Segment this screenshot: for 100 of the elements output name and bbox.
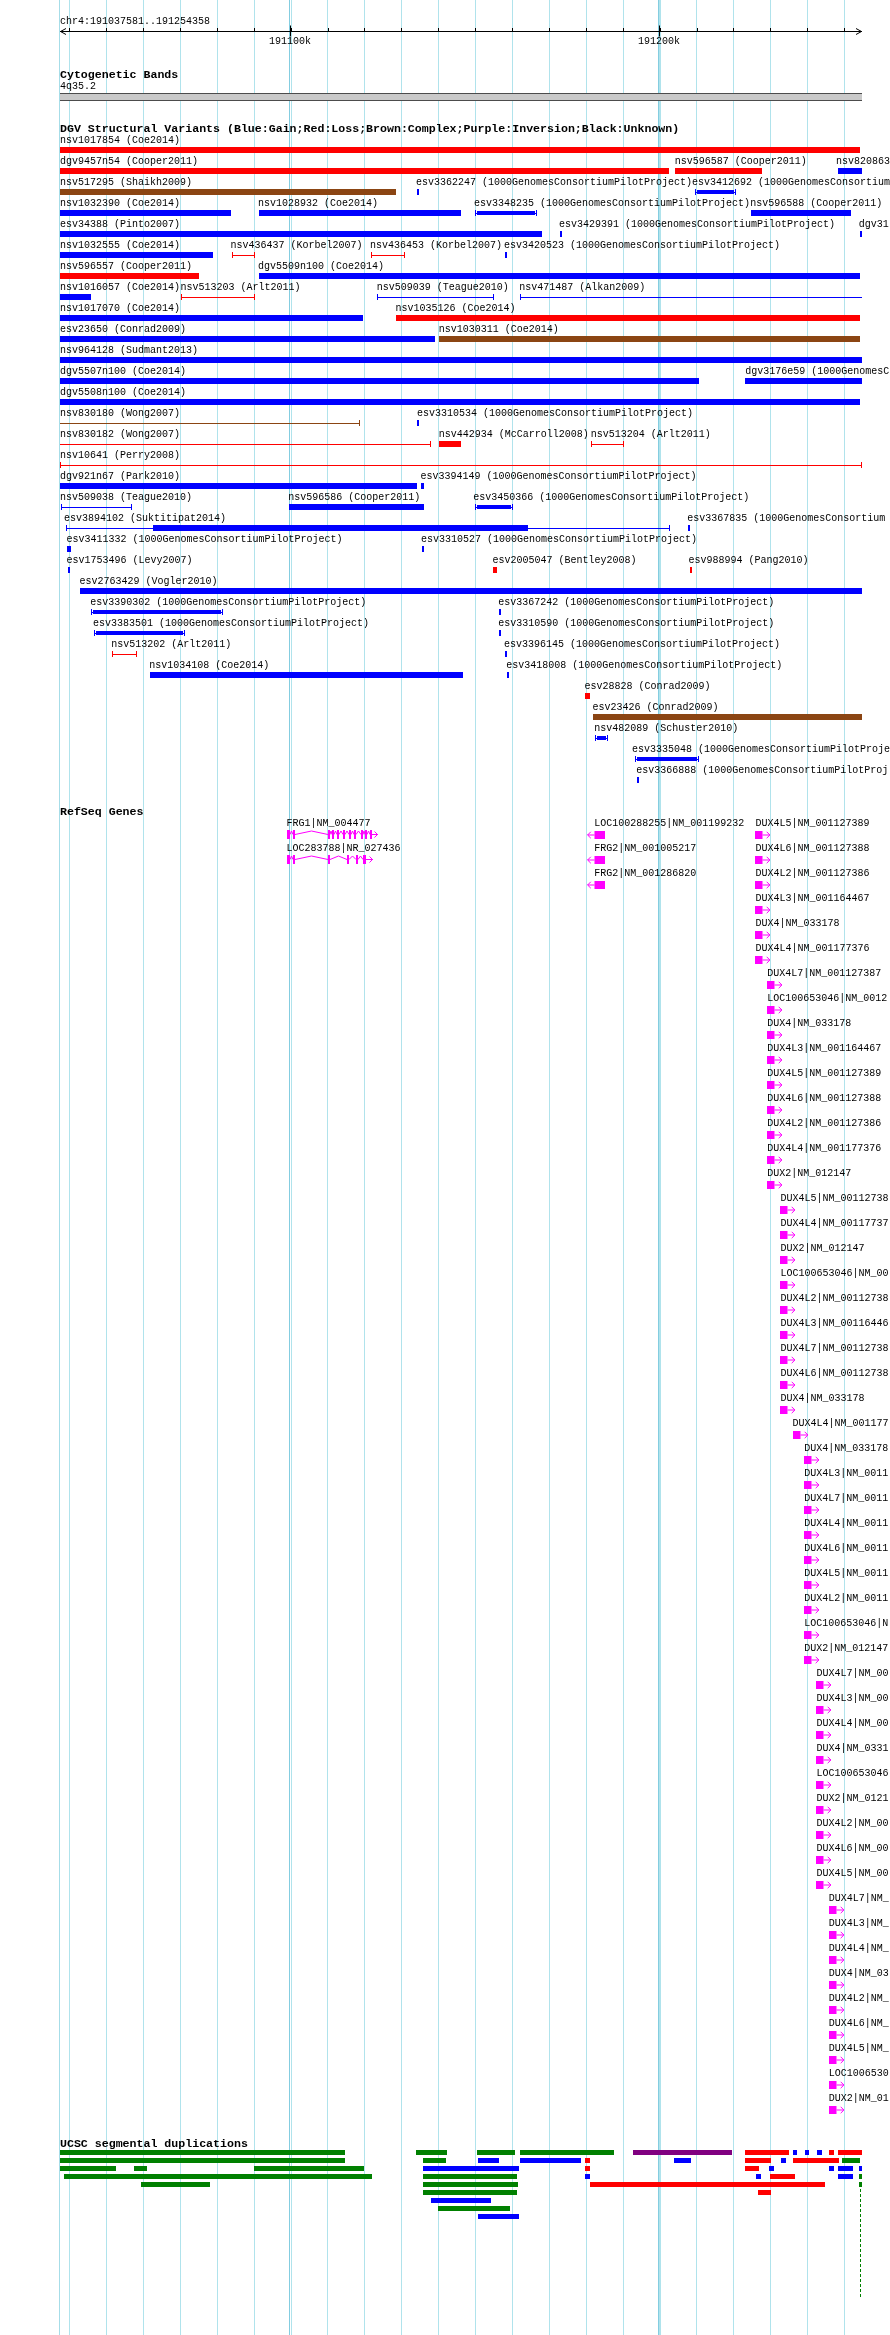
variant-label: esv3420523 (1000GenomesConsortiumPilotProject) [504,240,781,251]
gene-label: DUX4L4|NM_001177 [792,1418,889,1429]
gene-label: LOC100653046 [816,1768,889,1779]
gene-label: DUX4L3|NM_0011 [804,1468,889,1479]
track-title: UCSC segmental duplications [60,2137,248,2150]
gene-label: DUX4L3|NM_00 [816,1693,889,1704]
gene-label: DUX2|NM_012147 [780,1243,865,1254]
variant-label: nsv1030311 (Coe2014) [438,324,559,335]
variant-label: esv3362247 (1000GenomesConsortiumPilotProject) [416,177,693,188]
variant-label: dgv5507n100 (Coe2014) [60,366,187,377]
gene-label: LOC1006530 [828,2068,889,2079]
variant-label: esv988994 (Pang2010) [688,555,809,566]
variant-label: dgv5509n100 (Coe2014) [258,261,385,272]
gene-label: LOC100653046|NM_00 [780,1268,889,1279]
gene-label: DUX4L7|NM_ [828,1893,889,1904]
variant-label: nsv1016057 (Coe2014) [60,282,181,293]
gene-label: DUX2|NM_012147 [767,1168,852,1179]
variant-label: nsv596557 (Cooper2011) [60,261,193,272]
gene-label: DUX4L5|NM_001127389 [767,1068,882,1079]
variant-label: nsv1017854 (Coe2014) [60,135,181,146]
variant-label: esv3390302 (1000GenomesConsortiumPilotProject) [90,597,367,608]
variant-label: esv23426 (Conrad2009) [592,702,719,713]
gene-label: DUX4L5|NM_ [828,2043,889,2054]
variant-label: esv3335048 (1000GenomesConsortiumPilotProje [632,744,890,755]
variant-label: nsv482089 (Schuster2010) [594,723,739,734]
variant-label: esv3396145 (1000GenomesConsortiumPilotProject) [504,639,781,650]
gene-label: DUX4L5|NM_001127389 [755,818,870,829]
variant-label: esv34388 (Pinto2007) [60,219,181,230]
variant-label: esv3310534 (1000GenomesConsortiumPilotProject) [417,408,694,419]
gene-label: LOC100653046|N [804,1618,889,1629]
coordinate-label: 191100k [269,36,311,47]
variant-label: nsv596588 (Cooper2011) [750,198,883,209]
gene-label: DUX4L7|NM_0011 [804,1493,889,1504]
gene-label: DUX4L4|NM_001177376 [767,1143,882,1154]
variant-label: nsv1034108 (Coe2014) [149,660,270,671]
variant-label: esv2763429 (Vogler2010) [79,576,218,587]
gene-label: DUX4L4|NM_ [828,1943,889,1954]
gene-label: DUX4L4|NM_00 [816,1718,889,1729]
gene-label: DUX4L6|NM_ [828,2018,889,2029]
variant-label: esv1753496 (Levy2007) [66,555,193,566]
gene-label: DUX4|NM_0331 [816,1743,889,1754]
gene-label: DUX4L3|NM_001164467 [755,893,870,904]
variant-label: nsv509038 (Teague2010) [60,492,193,503]
gene-label: DUX4L6|NM_001127388 [767,1093,882,1104]
variant-label: nsv442934 (McCarroll2008) [438,429,589,440]
gene-label: DUX4L7|NM_001127387 [767,968,882,979]
variant-label: esv3894102 (Suktitipat2014) [64,513,227,524]
variant-label: nsv830180 (Wong2007) [60,408,181,419]
gene-label: DUX4L4|NM_0011 [804,1518,889,1529]
gene-label: DUX4L2|NM_001127386 [755,868,870,879]
gene-label: DUX4L5|NM_0011 [804,1568,889,1579]
track-title: Cytogenetic Bands [60,68,179,81]
variant-label: nsv436437 (Korbel2007) [230,240,363,251]
variant-label: esv3429391 (1000GenomesConsortiumPilotProject) [559,219,836,230]
variant-label: esv23650 (Conrad2009) [60,324,187,335]
variant-label: nsv436453 (Korbel2007) [370,240,503,251]
variant-label: nsv471487 (Alkan2009) [519,282,646,293]
variant-label: esv3412692 (1000GenomesConsortium [692,177,890,188]
variant-label: nsv517295 (Shaikh2009) [60,177,193,188]
variant-label: esv3367242 (1000GenomesConsortiumPilotProject) [498,597,775,608]
gene-label: DUX4|NM_033178 [755,918,840,929]
gene-label: DUX4L2|NM_00 [816,1818,889,1829]
variant-label: esv3383501 (1000GenomesConsortiumPilotProject) [93,618,370,629]
gene-label: DUX2|NM_01 [828,2093,889,2104]
variant-label: nsv596586 (Cooper2011) [288,492,421,503]
variant-label: esv3310527 (1000GenomesConsortiumPilotProject) [421,534,698,545]
variant-label: esv3366888 (1000GenomesConsortiumPilotProj [636,765,889,776]
coordinate-label: 191200k [638,36,680,47]
variant-label: nsv10641 (Perry2008) [60,450,181,461]
variant-label: nsv1032555 (Coe2014) [60,240,181,251]
gene-label: DUX4L3|NM_00116446 [780,1318,889,1329]
gene-label: DUX4|NM_033178 [767,1018,852,1029]
variant-label: esv3450366 (1000GenomesConsortiumPilotProject) [473,492,750,503]
variant-label: nsv830182 (Wong2007) [60,429,181,440]
region-label: chr4:191037581..191254358 [60,16,211,27]
gene-label: DUX2|NM_0121 [816,1793,889,1804]
band-label: 4q35.2 [60,81,96,92]
gene-label: DUX4|NM_033178 [804,1443,889,1454]
variant-label: esv28828 (Conrad2009) [584,681,711,692]
variant-label: nsv1035126 (Coe2014) [395,303,516,314]
variant-label: nsv1028932 (Coe2014) [258,198,379,209]
variant-label: nsv1032390 (Coe2014) [60,198,181,209]
gene-label: DUX4L5|NM_00 [816,1868,889,1879]
variant-label: nsv820863 [836,156,890,167]
variant-label: dgv9457n54 (Cooper2011) [60,156,199,167]
variant-label: esv3394149 (1000GenomesConsortiumPilotProject) [420,471,697,482]
gene-label: FRG2|NM_001005217 [594,843,697,854]
gene-label: DUX4L2|NM_001127386 [767,1118,882,1129]
gene-label: DUX4L7|NM_00112738 [780,1343,889,1354]
gene-label: DUX4L7|NM_00 [816,1668,889,1679]
gene-label: DUX4L2|NM_00112738 [780,1293,889,1304]
variant-label: dgv3176e59 (1000GenomesC [745,366,890,377]
variant-label: esv3367835 (1000GenomesConsortium [687,513,886,524]
variant-label: esv2005047 (Bentley2008) [492,555,637,566]
gene-label: LOC283788|NR_027436 [286,843,401,854]
gene-label: DUX4L4|NM_00117737 [780,1218,889,1229]
gene-label: DUX4L5|NM_00112738 [780,1193,889,1204]
variant-label: dgv31 [858,219,889,230]
variant-label: dgv921n67 (Park2010) [60,471,181,482]
variant-label: nsv513202 (Arlt2011) [111,639,232,650]
